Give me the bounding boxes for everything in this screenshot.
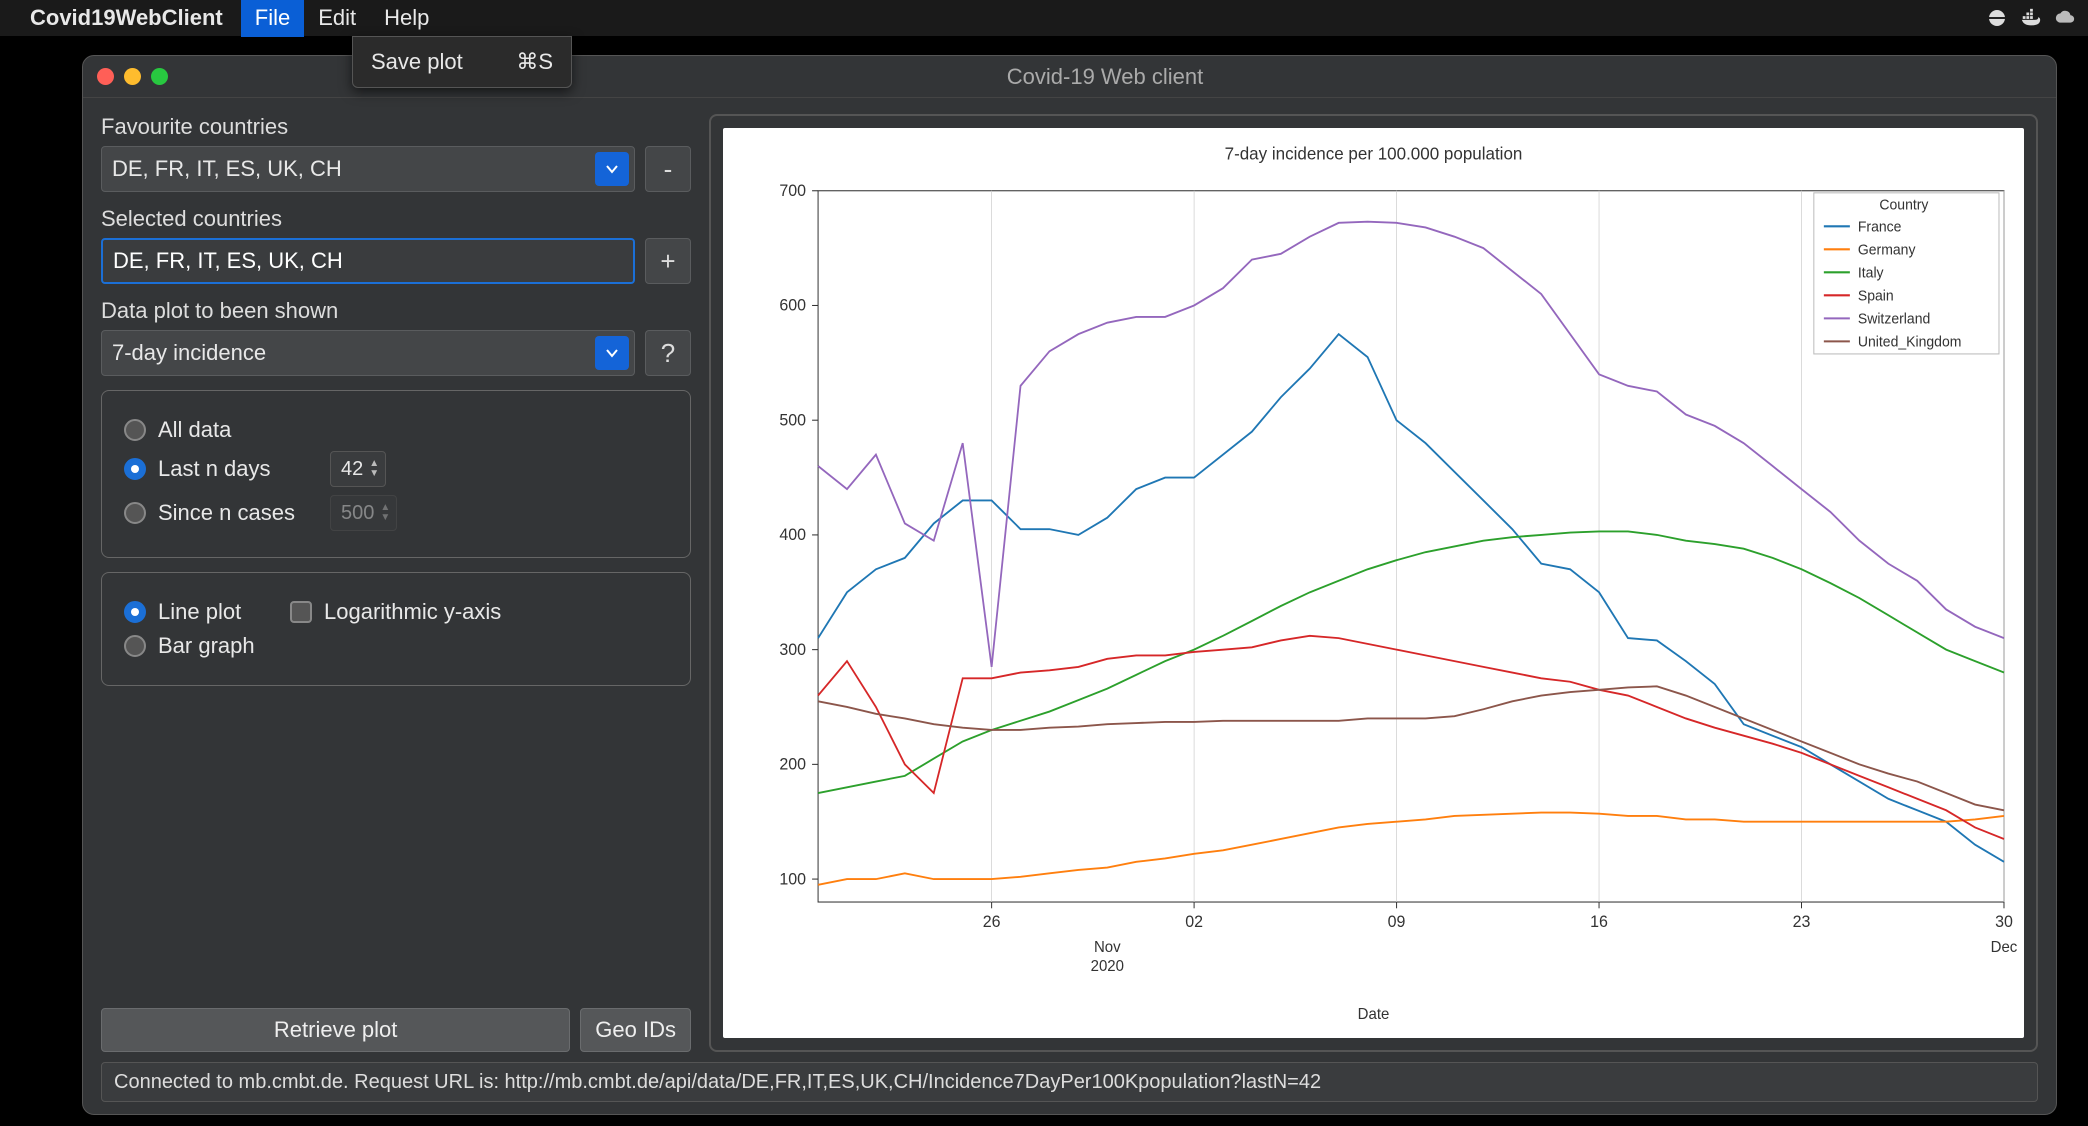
radio-bar-graph-label: Bar graph [158, 633, 255, 659]
svg-text:300: 300 [779, 641, 806, 659]
app-name[interactable]: Covid19WebClient [30, 5, 223, 31]
selected-countries-label: Selected countries [101, 206, 691, 232]
menu-help[interactable]: Help [370, 0, 443, 37]
favourite-countries-select[interactable]: DE, FR, IT, ES, UK, CH [101, 146, 635, 192]
radio-since-n-cases[interactable] [124, 502, 146, 524]
since-n-cases-stepper: 500 ▲▼ [330, 495, 397, 531]
geo-ids-button[interactable]: Geo IDs [580, 1008, 691, 1052]
svg-text:Dec: Dec [1991, 939, 2018, 956]
add-selected-button[interactable]: + [645, 238, 691, 284]
tray-docker-icon[interactable] [2020, 7, 2042, 29]
svg-text:02: 02 [1185, 913, 1203, 931]
since-n-cases-value: 500 [341, 502, 374, 525]
radio-bar-graph[interactable] [124, 635, 146, 657]
stepper-arrows-icon: ▲▼ [369, 459, 379, 479]
menu-save-plot-label: Save plot [371, 49, 463, 75]
favourite-countries-value: DE, FR, IT, ES, UK, CH [112, 156, 342, 182]
stepper-arrows-icon: ▲▼ [380, 503, 390, 523]
radio-line-plot[interactable] [124, 601, 146, 623]
chart: 7-day incidence per 100.000 population 10… [723, 128, 2024, 1038]
svg-text:100: 100 [779, 870, 806, 888]
plot-panel: 7-day incidence per 100.000 population 10… [709, 114, 2038, 1052]
selected-countries-input[interactable]: DE, FR, IT, ES, UK, CH [101, 238, 635, 284]
close-icon[interactable] [97, 68, 114, 85]
system-menubar: Covid19WebClient File Edit Help [0, 0, 2088, 36]
tray-icon-1[interactable] [1986, 7, 2008, 29]
svg-text:23: 23 [1793, 913, 1811, 931]
svg-text:7-day incidence per 100.000 po: 7-day incidence per 100.000 population [1225, 143, 1523, 163]
zoom-icon[interactable] [151, 68, 168, 85]
svg-text:Switzerland: Switzerland [1858, 311, 1930, 327]
status-text: Connected to mb.cmbt.de. Request URL is:… [114, 1071, 1321, 1094]
svg-text:700: 700 [779, 182, 806, 200]
radio-since-n-cases-label: Since n cases [158, 500, 318, 526]
plot-type-value: 7-day incidence [112, 340, 266, 366]
menubar-tray [1986, 7, 2076, 29]
svg-text:200: 200 [779, 755, 806, 773]
svg-text:30: 30 [1995, 913, 2013, 931]
svg-text:2020: 2020 [1091, 958, 1124, 975]
svg-text:United_Kingdom: United_Kingdom [1858, 334, 1962, 350]
menu-save-plot-shortcut: ⌘S [516, 49, 553, 75]
plot-type-select[interactable]: 7-day incidence [101, 330, 635, 376]
last-n-days-value: 42 [341, 458, 363, 481]
svg-text:Spain: Spain [1858, 288, 1894, 304]
plot-type-label: Data plot to been shown [101, 298, 691, 324]
svg-text:Italy: Italy [1858, 265, 1885, 281]
menu-save-plot[interactable]: Save plot ⌘S [353, 43, 571, 81]
status-bar: Connected to mb.cmbt.de. Request URL is:… [101, 1062, 2038, 1102]
checkbox-log-y[interactable] [290, 601, 312, 623]
radio-all-data-label: All data [158, 417, 231, 443]
svg-text:26: 26 [983, 913, 1001, 931]
svg-text:France: France [1858, 219, 1902, 235]
radio-all-data[interactable] [124, 419, 146, 441]
selected-countries-value: DE, FR, IT, ES, UK, CH [113, 248, 343, 274]
svg-text:600: 600 [779, 296, 806, 314]
svg-text:09: 09 [1388, 913, 1406, 931]
window-controls [97, 68, 168, 85]
chevron-down-icon [595, 152, 629, 186]
radio-line-plot-label: Line plot [158, 599, 278, 625]
date-range-panel: All data Last n days 42 ▲▼ Since n cases… [101, 390, 691, 558]
radio-last-n-days[interactable] [124, 458, 146, 480]
minimize-icon[interactable] [124, 68, 141, 85]
svg-text:Nov: Nov [1094, 939, 1121, 956]
svg-text:500: 500 [779, 411, 806, 429]
svg-text:16: 16 [1590, 913, 1608, 931]
remove-favourite-button[interactable]: - [645, 146, 691, 192]
svg-text:Country: Country [1879, 197, 1929, 213]
checkbox-log-y-label: Logarithmic y-axis [324, 599, 501, 625]
sidebar: Favourite countries DE, FR, IT, ES, UK, … [101, 114, 691, 1052]
menu-file[interactable]: File [241, 0, 304, 37]
plot-type-help-button[interactable]: ? [645, 330, 691, 376]
file-menu-dropdown: Save plot ⌘S [352, 36, 572, 88]
svg-text:Date: Date [1358, 1006, 1390, 1023]
svg-text:Germany: Germany [1858, 242, 1916, 258]
svg-text:400: 400 [779, 526, 806, 544]
tray-cloud-icon[interactable] [2054, 7, 2076, 29]
favourite-countries-label: Favourite countries [101, 114, 691, 140]
app-window: Covid-19 Web client Favourite countries … [82, 55, 2057, 1115]
last-n-days-stepper[interactable]: 42 ▲▼ [330, 451, 386, 487]
chevron-down-icon [595, 336, 629, 370]
retrieve-plot-button[interactable]: Retrieve plot [101, 1008, 570, 1052]
radio-last-n-days-label: Last n days [158, 456, 318, 482]
menu-edit[interactable]: Edit [304, 0, 370, 37]
plot-style-panel: Line plot Logarithmic y-axis Bar graph [101, 572, 691, 686]
